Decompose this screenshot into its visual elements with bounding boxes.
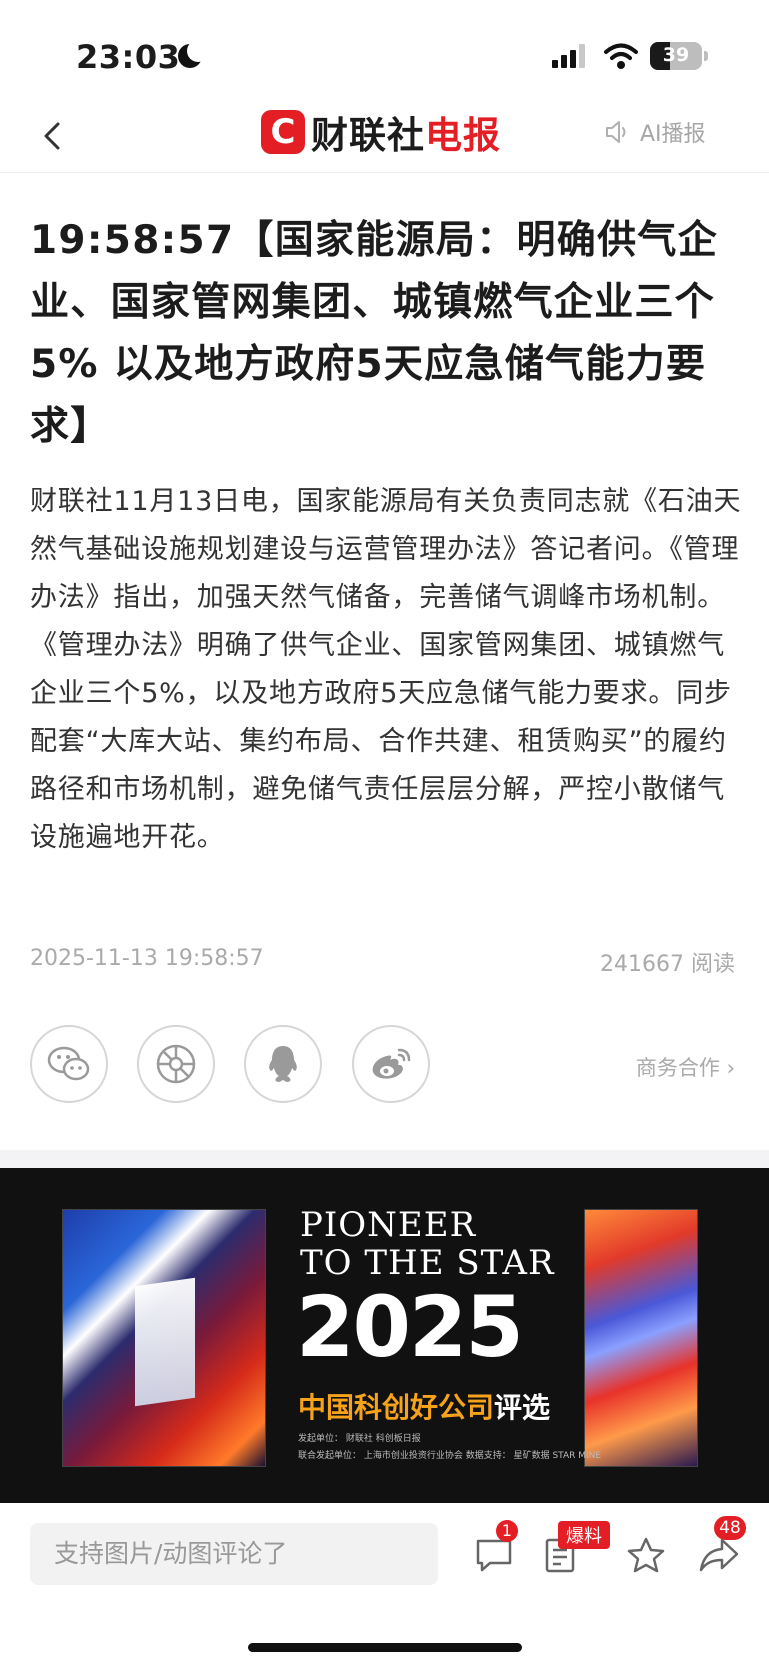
logo-suffix: 电报 [425, 114, 501, 157]
banner-fine-print: 发起单位： 财联社 科创板日报 联合发起单位： 上海市创业投资行业协会 数据支持… [298, 1431, 601, 1465]
banner-year: 2025 [296, 1278, 524, 1376]
section-divider [0, 1150, 769, 1168]
comment-count-badge: 1 [496, 1520, 518, 1542]
banner-selection: 中国科创好公司评选 [298, 1386, 550, 1426]
bottom-bar: 支持图片/动图评论了 1 爆料 48 [0, 1503, 769, 1665]
baoliao-badge[interactable]: 爆料 [558, 1521, 610, 1549]
share-button[interactable]: 48 [698, 1516, 746, 1578]
back-icon[interactable] [38, 118, 68, 154]
favorite-button[interactable] [626, 1536, 666, 1578]
moments-icon[interactable] [137, 1025, 215, 1103]
share-arrow-icon [699, 1538, 739, 1572]
banner-headline: PIONEER TO THE STAR [300, 1206, 555, 1282]
publish-date: 2025-11-13 19:58:57 [30, 946, 264, 971]
ad-banner[interactable]: PIONEER TO THE STAR 2025 中国科创好公司评选 发起单位：… [0, 1168, 769, 1503]
banner-selection-main: 中国科创好公司 [298, 1391, 495, 1424]
status-time: 23:03 [76, 38, 181, 76]
logo-name: 财联社 [311, 114, 425, 157]
banner-fine-line1: 发起单位： 财联社 科创板日报 [298, 1434, 421, 1444]
banner-line1: PIONEER [300, 1205, 477, 1245]
logo-mark: C [261, 110, 305, 154]
ai-broadcast-label: AI播报 [640, 122, 706, 147]
logo-text: 财联社电报 [311, 105, 501, 159]
nav-bar: C 财联社电报 AI播报 [0, 100, 769, 173]
article-title: 19:58:57【国家能源局：明确供气企业、国家管网集团、城镇燃气企业三个5% … [30, 218, 719, 449]
home-indicator[interactable] [248, 1643, 522, 1652]
comment-input[interactable]: 支持图片/动图评论了 [30, 1523, 438, 1585]
comments-button[interactable]: 1 [474, 1520, 518, 1578]
read-count: 241667 阅读 [600, 952, 735, 977]
banner-art-left [62, 1209, 266, 1467]
banner-selection-suffix: 评选 [494, 1391, 551, 1424]
banner-art-right [584, 1209, 698, 1467]
banner-line2: TO THE STAR [300, 1243, 555, 1283]
moon-icon [178, 40, 209, 68]
status-bar: 23:03 39 [0, 0, 769, 110]
battery-percent: 39 [662, 44, 690, 66]
business-cooperation-link[interactable]: 商务合作 › [636, 1052, 735, 1082]
cellular-signal-icon [552, 44, 588, 68]
banner-fine-line2: 联合发起单位： 上海市创业投资行业协会 数据支持： 星矿数据 STAR MINE [298, 1451, 602, 1461]
star-icon [627, 1537, 665, 1573]
weibo-icon[interactable] [352, 1025, 430, 1103]
cls-telegraph-logo: C 财联社电报 [261, 106, 501, 158]
speaker-icon [606, 121, 626, 143]
article-body: 财联社11月13日电，国家能源局有关负责同志就《石油天然气基础设施规划建设与运营… [30, 486, 742, 853]
ai-broadcast-button[interactable]: AI播报 [604, 116, 706, 148]
wifi-icon [604, 43, 638, 69]
wechat-icon[interactable] [30, 1025, 108, 1103]
share-count-badge: 48 [714, 1516, 746, 1540]
qq-icon[interactable] [244, 1025, 322, 1103]
battery-icon: 39 [650, 42, 708, 70]
